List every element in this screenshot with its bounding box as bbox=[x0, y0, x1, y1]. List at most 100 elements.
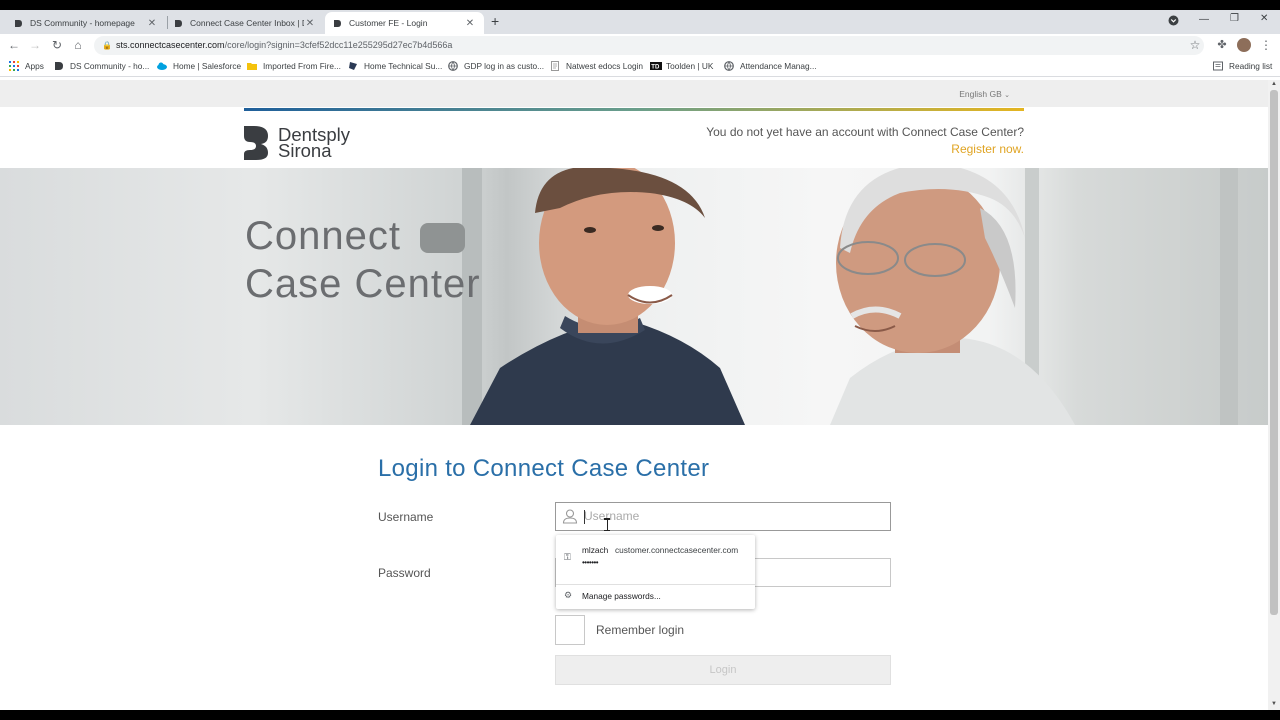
bookmark-label: Apps bbox=[25, 61, 44, 71]
close-tab-icon[interactable]: ✕ bbox=[304, 18, 316, 29]
hero-banner: Connect Case Center bbox=[0, 168, 1268, 425]
bookmark-imported-firefox[interactable]: Imported From Fire... bbox=[247, 61, 341, 71]
tab-search-icon[interactable] bbox=[1168, 15, 1179, 29]
bookmark-label: Home Technical Su... bbox=[364, 61, 443, 71]
tab-case-center-inbox[interactable]: Connect Case Center Inbox | Den ✕ bbox=[166, 12, 324, 34]
folder-icon bbox=[247, 61, 257, 71]
bookmark-label: GDP log in as custo... bbox=[464, 61, 545, 71]
dentsply-logo-icon bbox=[244, 126, 268, 160]
bookmark-toolden[interactable]: TD Toolden | UK bbox=[650, 61, 713, 71]
login-button[interactable]: Login bbox=[555, 655, 891, 685]
saved-credential-option[interactable]: ⚿ mlzach customer.connectcasecenter.com … bbox=[556, 535, 755, 577]
saved-password-mask: ••••••• bbox=[582, 558, 599, 567]
dentsply-icon bbox=[14, 19, 23, 28]
new-tab-button[interactable]: + bbox=[491, 13, 499, 29]
screen: DS Community - homepage ✕ Connect Case C… bbox=[0, 0, 1280, 720]
hero-title-line-2: Case Center bbox=[245, 262, 481, 306]
dentsply-sirona-logo[interactable]: Dentsply Sirona bbox=[244, 125, 350, 161]
remember-login-checkbox[interactable] bbox=[555, 615, 585, 645]
username-label: Username bbox=[378, 510, 434, 524]
tab-title: Connect Case Center Inbox | Den bbox=[190, 18, 304, 28]
dentsply-icon bbox=[54, 61, 64, 71]
profile-avatar[interactable] bbox=[1237, 38, 1251, 52]
text-caret bbox=[584, 510, 585, 524]
tab-ds-community[interactable]: DS Community - homepage ✕ bbox=[6, 12, 166, 34]
language-bar: English GB ⌄ bbox=[0, 80, 1268, 107]
back-icon[interactable]: ← bbox=[7, 38, 21, 52]
page-scrollbar[interactable]: ▲ ▼ bbox=[1268, 80, 1280, 710]
user-icon bbox=[562, 509, 578, 524]
close-tab-icon[interactable]: ✕ bbox=[146, 18, 158, 29]
address-bar-row: ← → ↻ ⌂ 🔒 sts.connectcasecenter.com/core… bbox=[0, 34, 1280, 57]
language-selector[interactable]: English GB ⌄ bbox=[959, 89, 1010, 99]
extensions-icon[interactable]: ✤ bbox=[1215, 38, 1229, 51]
key-icon: ⚿ bbox=[564, 552, 571, 562]
bookmark-ds-community[interactable]: DS Community - ho... bbox=[54, 61, 149, 71]
bookmarks-bar: Apps DS Community - ho... Home | Salesfo… bbox=[0, 57, 1280, 77]
username-input[interactable] bbox=[584, 509, 884, 523]
globe-icon bbox=[724, 61, 734, 71]
salesforce-cloud-icon bbox=[157, 61, 167, 71]
forward-icon[interactable]: → bbox=[28, 38, 42, 52]
scrollbar-thumb[interactable] bbox=[1270, 90, 1278, 615]
toolden-icon: TD bbox=[650, 61, 662, 71]
language-label: English GB bbox=[959, 89, 1002, 99]
manage-passwords-link[interactable]: Manage passwords... bbox=[582, 591, 661, 601]
reading-list-button[interactable]: Reading list bbox=[1213, 61, 1272, 71]
password-autofill-dropdown: ⚿ mlzach customer.connectcasecenter.com … bbox=[556, 535, 755, 609]
username-field[interactable] bbox=[555, 502, 891, 531]
support-icon bbox=[348, 61, 358, 71]
home-icon[interactable]: ⌂ bbox=[71, 38, 85, 52]
bookmark-star-icon[interactable]: ☆ bbox=[1188, 38, 1202, 52]
account-prompt-text: You do not yet have an account with Conn… bbox=[706, 125, 1024, 139]
bookmark-gdp-login[interactable]: GDP log in as custo... bbox=[448, 61, 544, 71]
close-window-icon[interactable]: ✕ bbox=[1260, 13, 1268, 24]
minimize-icon[interactable]: — bbox=[1199, 14, 1209, 25]
tab-title: Customer FE - Login bbox=[349, 18, 428, 28]
bookmark-label: Imported From Fire... bbox=[263, 61, 341, 71]
brand-wordmark: Dentsply Sirona bbox=[278, 125, 350, 161]
globe-icon bbox=[448, 61, 458, 71]
gear-icon: ⚙ bbox=[564, 590, 573, 600]
text-cursor-icon bbox=[604, 518, 611, 531]
chevron-down-icon: ⌄ bbox=[1004, 92, 1010, 99]
bookmark-label: DS Community - ho... bbox=[70, 61, 150, 71]
hero-title-line-1: Connect bbox=[245, 214, 401, 258]
restore-icon[interactable]: ❐ bbox=[1230, 13, 1239, 24]
account-prompt: You do not yet have an account with Conn… bbox=[706, 124, 1024, 158]
bookmark-apps[interactable]: Apps bbox=[9, 61, 44, 71]
scroll-down-icon[interactable]: ▼ bbox=[1271, 701, 1277, 707]
url-path: /core/login?signin=3cfef52dcc11e255295d2… bbox=[224, 40, 453, 50]
bookmark-natwest[interactable]: Natwest edocs Login bbox=[550, 61, 643, 71]
login-heading: Login to Connect Case Center bbox=[378, 455, 710, 482]
bookmark-label: Home | Salesforce bbox=[173, 61, 242, 71]
brand-gradient-line bbox=[244, 108, 1024, 111]
reload-icon[interactable]: ↻ bbox=[50, 38, 64, 52]
tab-title: DS Community - homepage bbox=[30, 18, 135, 28]
brand-line-2: Sirona bbox=[278, 140, 332, 161]
remember-login-label: Remember login bbox=[596, 623, 685, 637]
bookmark-attendance[interactable]: Attendance Manag... bbox=[724, 61, 817, 71]
web-page: English GB ⌄ Dentsply Sirona You do not … bbox=[0, 80, 1268, 710]
bookmark-label: Toolden | UK bbox=[666, 61, 714, 71]
dentsply-icon bbox=[333, 19, 342, 28]
tab-customer-fe-login[interactable]: Customer FE - Login ✕ bbox=[325, 12, 484, 34]
top-edge bbox=[0, 0, 1280, 10]
bottom-edge bbox=[0, 710, 1280, 720]
bookmark-home-technical[interactable]: Home Technical Su... bbox=[348, 61, 442, 71]
url-field[interactable]: 🔒 sts.connectcasecenter.com/core/login?s… bbox=[94, 36, 1204, 55]
reading-list-label: Reading list bbox=[1229, 61, 1273, 71]
register-link[interactable]: Register now. bbox=[706, 141, 1024, 158]
url-host: sts.connectcasecenter.com bbox=[116, 40, 225, 50]
apps-grid-icon bbox=[9, 61, 19, 71]
dentsply-icon bbox=[174, 19, 183, 28]
menu-icon[interactable]: ⋮ bbox=[1259, 38, 1273, 52]
lock-icon: 🔒 bbox=[102, 41, 112, 50]
saved-username: mlzach bbox=[582, 545, 609, 555]
close-tab-icon[interactable]: ✕ bbox=[464, 18, 476, 29]
hero-photo bbox=[420, 168, 1238, 425]
scroll-up-icon[interactable]: ▲ bbox=[1271, 81, 1277, 87]
password-label: Password bbox=[378, 566, 431, 580]
page-icon bbox=[550, 61, 560, 71]
bookmark-salesforce[interactable]: Home | Salesforce bbox=[157, 61, 241, 71]
